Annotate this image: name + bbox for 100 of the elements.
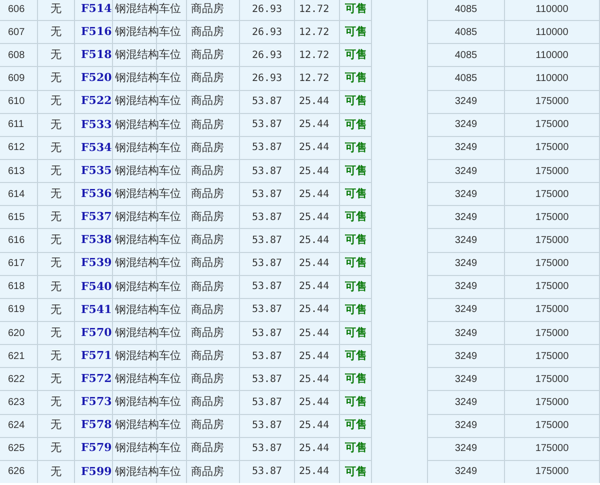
unit-link[interactable]: F533 — [75, 114, 113, 137]
table-cell: 110000 — [505, 44, 600, 68]
table-cell: 无 — [38, 21, 75, 44]
table-cell: 车位 — [157, 206, 187, 230]
table-cell: 钢混结构 — [113, 345, 157, 368]
row-number: 614 — [0, 183, 38, 206]
unit-link[interactable]: F572 — [75, 368, 113, 392]
row-number: 608 — [0, 44, 38, 68]
unit-link[interactable]: F599 — [75, 460, 113, 483]
table-cell: 商品房 — [187, 460, 240, 483]
unit-link[interactable]: F522 — [75, 90, 113, 114]
unit-link[interactable]: F540 — [75, 276, 113, 299]
table-cell: 12.72 — [295, 44, 340, 68]
table-cell: 无 — [38, 136, 75, 160]
table-cell: 53.87 — [240, 298, 295, 322]
table-cell: 175000 — [505, 136, 600, 160]
table-cell: 53.87 — [240, 183, 295, 206]
table-cell: 175000 — [505, 391, 600, 415]
table-cell: 3249 — [428, 460, 505, 483]
table-cell: 25.44 — [295, 345, 340, 368]
table-cell: 钢混结构 — [113, 0, 157, 22]
unit-link[interactable]: F518 — [75, 44, 113, 68]
table-cell: 商品房 — [187, 414, 240, 438]
unit-link[interactable]: F541 — [75, 298, 113, 322]
unit-link[interactable]: F579 — [75, 438, 113, 461]
table-cell: 12.72 — [295, 67, 340, 91]
table-cell: 钢混结构 — [113, 44, 157, 68]
table-cell: 车位 — [157, 0, 187, 22]
table-cell: 53.87 — [240, 90, 295, 114]
unit-link[interactable]: F534 — [75, 136, 113, 160]
table-cell: 110000 — [505, 0, 600, 22]
table-cell: 53.87 — [240, 438, 295, 461]
row-number: 620 — [0, 322, 38, 346]
unit-link[interactable]: F578 — [75, 414, 113, 438]
unit-link[interactable]: F516 — [75, 21, 113, 44]
table-cell: 车位 — [157, 21, 187, 44]
table-cell: 车位 — [157, 114, 187, 137]
table-cell: 175000 — [505, 252, 600, 276]
unit-link[interactable]: F570 — [75, 322, 113, 346]
row-number: 624 — [0, 414, 38, 438]
table-cell: 商品房 — [187, 44, 240, 68]
table-cell: 12.72 — [295, 0, 340, 22]
status-cell: 可售 — [340, 67, 372, 91]
unit-link[interactable]: F537 — [75, 206, 113, 230]
table-cell: 商品房 — [187, 252, 240, 276]
row-number: 610 — [0, 90, 38, 114]
table-cell: 钢混结构 — [113, 160, 157, 184]
unit-link[interactable]: F539 — [75, 252, 113, 276]
table-cell: 3249 — [428, 391, 505, 415]
status-cell: 可售 — [340, 229, 372, 253]
table-cell: 商品房 — [187, 391, 240, 415]
table-cell: 无 — [38, 114, 75, 137]
table-cell: 无 — [38, 90, 75, 114]
table-cell: 110000 — [505, 67, 600, 91]
table-cell: 商品房 — [187, 206, 240, 230]
table-cell: 175000 — [505, 438, 600, 461]
table-cell: 车位 — [157, 229, 187, 253]
table-cell: 4085 — [428, 44, 505, 68]
table-cell: 无 — [38, 368, 75, 392]
table-cell: 175000 — [505, 114, 600, 137]
table-cell: 无 — [38, 183, 75, 206]
table-cell: 25.44 — [295, 114, 340, 137]
table-cell: 53.87 — [240, 345, 295, 368]
table-cell: 12.72 — [295, 21, 340, 44]
table-cell: 无 — [38, 298, 75, 322]
table-cell: 26.93 — [240, 67, 295, 91]
unit-link[interactable]: F538 — [75, 229, 113, 253]
unit-link[interactable]: F536 — [75, 183, 113, 206]
unit-link[interactable]: F535 — [75, 160, 113, 184]
table-cell: 无 — [38, 414, 75, 438]
table-cell: 商品房 — [187, 298, 240, 322]
table-cell: 53.87 — [240, 322, 295, 346]
unit-link[interactable]: F514 — [75, 0, 113, 22]
table-cell: 无 — [38, 229, 75, 253]
table-cell: 车位 — [157, 322, 187, 346]
row-number: 619 — [0, 298, 38, 322]
table-cell: 175000 — [505, 414, 600, 438]
table-cell: 175000 — [505, 298, 600, 322]
table-cell: 商品房 — [187, 90, 240, 114]
table-cell: 3249 — [428, 368, 505, 392]
unit-link[interactable]: F571 — [75, 345, 113, 368]
table-cell: 25.44 — [295, 414, 340, 438]
table-cell: 钢混结构 — [113, 229, 157, 253]
row-number: 623 — [0, 391, 38, 415]
unit-link[interactable]: F520 — [75, 67, 113, 91]
table-cell: 钢混结构 — [113, 276, 157, 299]
table-cell: 车位 — [157, 67, 187, 91]
table-cell: 53.87 — [240, 391, 295, 415]
row-number: 622 — [0, 368, 38, 392]
row-number: 611 — [0, 114, 38, 137]
table-cell: 无 — [38, 322, 75, 346]
status-cell: 可售 — [340, 183, 372, 206]
unit-link[interactable]: F573 — [75, 391, 113, 415]
table-cell: 钢混结构 — [113, 391, 157, 415]
table-cell: 53.87 — [240, 206, 295, 230]
status-cell: 可售 — [340, 252, 372, 276]
status-cell: 可售 — [340, 298, 372, 322]
table-cell: 53.87 — [240, 252, 295, 276]
row-number: 606 — [0, 0, 38, 22]
table-cell: 25.44 — [295, 229, 340, 253]
